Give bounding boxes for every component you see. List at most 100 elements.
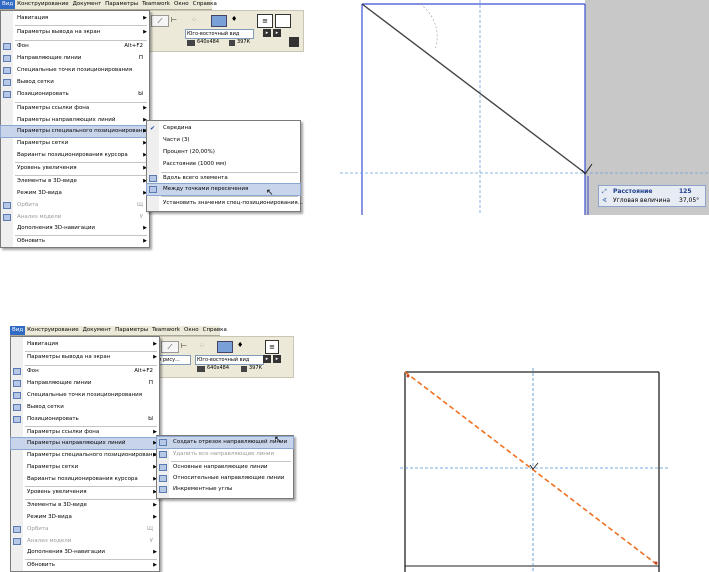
view-menu-b-item-17[interactable]: Дополнения 3D-навигации ▶ xyxy=(11,547,159,558)
view-menu-item-0[interactable]: Навигация ▶ xyxy=(1,13,149,24)
menu-options[interactable]: Параметры xyxy=(103,0,140,9)
view-menu-b-item-11[interactable]: Варианты позиционирования курсора▶ xyxy=(11,474,159,485)
view-menu-item-10[interactable]: Параметры сетки▶ xyxy=(1,138,149,149)
view-name-field-2[interactable]: Юго-восточный вид xyxy=(195,355,264,365)
distance-label: Расстояние xyxy=(613,188,653,195)
menu-design-2[interactable]: Конструирование xyxy=(25,326,80,335)
view-menu-item-9[interactable]: Параметры специального позиционирования▶ xyxy=(0,125,150,138)
view-menu-b-item-13[interactable]: Элементы в 3D-виде ▶ xyxy=(11,500,159,511)
guide-submenu-item-label: Относительные направляющие линии xyxy=(173,475,285,481)
view-menu-b-item-18[interactable]: Обновить ▶ xyxy=(11,560,159,571)
nav-button[interactable] xyxy=(289,37,299,47)
layer-tool-button-2[interactable] xyxy=(217,341,233,353)
menu-help-2[interactable]: Справка xyxy=(201,326,229,335)
view-menu-b-item-7[interactable]: Параметры ссылки фона ▶ xyxy=(11,427,159,438)
snap-submenu-item-4[interactable]: Вдоль всего элемента xyxy=(147,173,300,184)
view-menu-item-16[interactable]: Анализ модели У xyxy=(1,212,149,223)
view-menu-b-item-9[interactable]: Параметры специального позиционирования▶ xyxy=(11,450,159,461)
view-menu-b-item-15[interactable]: Орбита Щ xyxy=(11,524,159,535)
distance-value[interactable]: 125 xyxy=(679,187,692,196)
record-button[interactable]: ▸ xyxy=(273,29,281,37)
view-menu-item-14[interactable]: Режим 3D-вида▶ xyxy=(1,188,149,199)
guide-submenu-item-2[interactable]: Основные направляющие линии xyxy=(157,462,293,473)
view-menu-b-item-8[interactable]: Параметры направляющих линий▶ xyxy=(10,437,160,450)
drawing-canvas-top[interactable] xyxy=(340,0,709,215)
view-name-field[interactable]: Юго-восточный вид xyxy=(185,29,254,39)
menu-help[interactable]: Справка xyxy=(191,0,219,9)
ruler-tool-button-2[interactable]: ⊢ xyxy=(181,341,195,351)
snap-submenu-item-0[interactable]: ✔ Середина xyxy=(147,123,300,134)
view-menu-item-label: Навигация xyxy=(17,15,49,21)
style-tool-button[interactable]: ≡ xyxy=(257,14,273,28)
view-menu-item-label: Параметры специального позиционирования xyxy=(17,128,150,134)
view-menu-b-item-label: Параметры направляющих линий xyxy=(27,440,126,446)
drawing-canvas-bottom[interactable] xyxy=(400,368,670,572)
angle-value[interactable]: 37,05° xyxy=(679,196,699,205)
view-menu-item-18[interactable]: Обновить ▶ xyxy=(1,236,149,247)
view-menu-b-item-6[interactable]: Позиционировать Ы xyxy=(11,414,159,425)
view-menu-b-item-14[interactable]: Режим 3D-вида ▶ xyxy=(11,512,159,523)
menu-view-2[interactable]: Вид xyxy=(10,326,26,335)
view-menu-b-item-10[interactable]: Параметры сетки▶ xyxy=(11,462,159,473)
menu-design[interactable]: Конструирование xyxy=(15,0,70,9)
view-menu-item-17[interactable]: Дополнения 3D-навигации ▶ xyxy=(1,223,149,234)
submenu-arrow-icon: ▶ xyxy=(143,105,147,111)
menu-window[interactable]: Окно xyxy=(172,0,191,9)
view-menu-b-item-5[interactable]: Вывод сетки xyxy=(11,402,159,413)
view-menu-item-15[interactable]: Орбита Щ xyxy=(1,200,149,211)
view-menu-b-item-12[interactable]: Уровень увеличения▶ xyxy=(11,487,159,498)
bulb-icon[interactable]: ♦ xyxy=(231,15,237,23)
snap-submenu-item-5[interactable]: Между точками пересечения xyxy=(146,183,301,196)
snap-submenu-item-label: Между точками пересечения xyxy=(163,186,249,192)
view-menu-item-4[interactable]: Специальные точки позиционирования xyxy=(1,65,149,76)
window-tool-button[interactable] xyxy=(275,14,291,28)
menu-teamwork-2[interactable]: Teamwork xyxy=(150,326,182,335)
view-menu-item-3[interactable]: Направляющие линии П xyxy=(1,53,149,64)
view-menu-item-5[interactable]: Вывод сетки xyxy=(1,77,149,88)
snap-submenu-item-2[interactable]: Процент (20,00%) xyxy=(147,147,300,158)
view-menu-b-item-2[interactable]: Фон Alt+F2 xyxy=(11,366,159,377)
view-menu-item-label: Позиционировать xyxy=(17,91,69,97)
view-menu-b-item-3[interactable]: Направляющие линии П xyxy=(11,378,159,389)
play-button[interactable]: ▸ xyxy=(263,29,271,37)
view-menu-b-item-16[interactable]: Анализ модели У xyxy=(11,536,159,547)
view-menu-item-1[interactable]: Параметры вывода на экран ▶ xyxy=(1,27,149,38)
guide-submenu-item-3[interactable]: Относительные направляющие линии xyxy=(157,473,293,484)
guide-submenu-item-0[interactable]: Создать отрезок направляющей линии xyxy=(156,436,294,449)
menu-teamwork[interactable]: Teamwork xyxy=(140,0,172,9)
layer-tool-button[interactable] xyxy=(211,15,227,27)
snap-tool-button[interactable]: ⟋ xyxy=(151,15,169,27)
view-menu-b-item-0[interactable]: Навигация ▶ xyxy=(11,339,159,350)
view-menu-item-11[interactable]: Варианты позиционирования курсора▶ xyxy=(1,150,149,161)
menu-view[interactable]: Вид xyxy=(0,0,16,9)
snap-icon xyxy=(3,91,11,98)
guide-submenu-item-4[interactable]: Инкрементные углы xyxy=(157,484,293,495)
guide-lines-icon xyxy=(13,380,21,387)
guide-submenu-item-1[interactable]: Удалить все направляющие линии xyxy=(157,449,293,460)
view-menu-item-8[interactable]: Параметры направляющих линий▶ xyxy=(1,115,149,126)
snap-submenu-item-1[interactable]: Части (3) xyxy=(147,135,300,146)
view-menu-item-12[interactable]: Уровень увеличения▶ xyxy=(1,163,149,174)
menu-document-2[interactable]: Документ xyxy=(81,326,114,335)
snap-submenu-item-6[interactable]: Установить значения спец-позиционировани… xyxy=(147,198,303,209)
bulb-icon-2[interactable]: ♦ xyxy=(237,341,243,349)
play-button-2[interactable]: ▸ xyxy=(263,355,271,363)
menu-document[interactable]: Документ xyxy=(71,0,104,9)
view-menu-b-item-1[interactable]: Параметры вывода на экран ▶ xyxy=(11,352,159,363)
snap-submenu-item-3[interactable]: Расстояние (1000 мм) xyxy=(147,159,300,170)
grid-tool-button[interactable]: ⁘ xyxy=(191,15,205,25)
record-button-2[interactable]: ▸ xyxy=(273,355,281,363)
view-menu-b-item-4[interactable]: Специальные точки позиционирования xyxy=(11,390,159,401)
style-tool-button-2[interactable]: ≡ xyxy=(265,340,279,354)
menu-window-2[interactable]: Окно xyxy=(182,326,201,335)
view-menu-item-13[interactable]: Элементы в 3D-виде▶ xyxy=(1,176,149,187)
view-menu-b-item-label: Обновить xyxy=(27,562,55,568)
menu-options-2[interactable]: Параметры xyxy=(113,326,150,335)
view-menu-item-2[interactable]: Фон Alt+F2 xyxy=(1,41,149,52)
snap-tool-button-2[interactable]: ⟋ xyxy=(161,341,179,353)
grid-tool-button-2[interactable]: ⁘ xyxy=(199,341,213,351)
ruler-tool-button[interactable]: ⊢ xyxy=(171,15,187,25)
menu-shortcut: П xyxy=(138,55,143,61)
view-menu-item-7[interactable]: Параметры ссылки фона ▶ xyxy=(1,103,149,114)
view-menu-item-6[interactable]: Позиционировать Ы xyxy=(1,89,149,100)
